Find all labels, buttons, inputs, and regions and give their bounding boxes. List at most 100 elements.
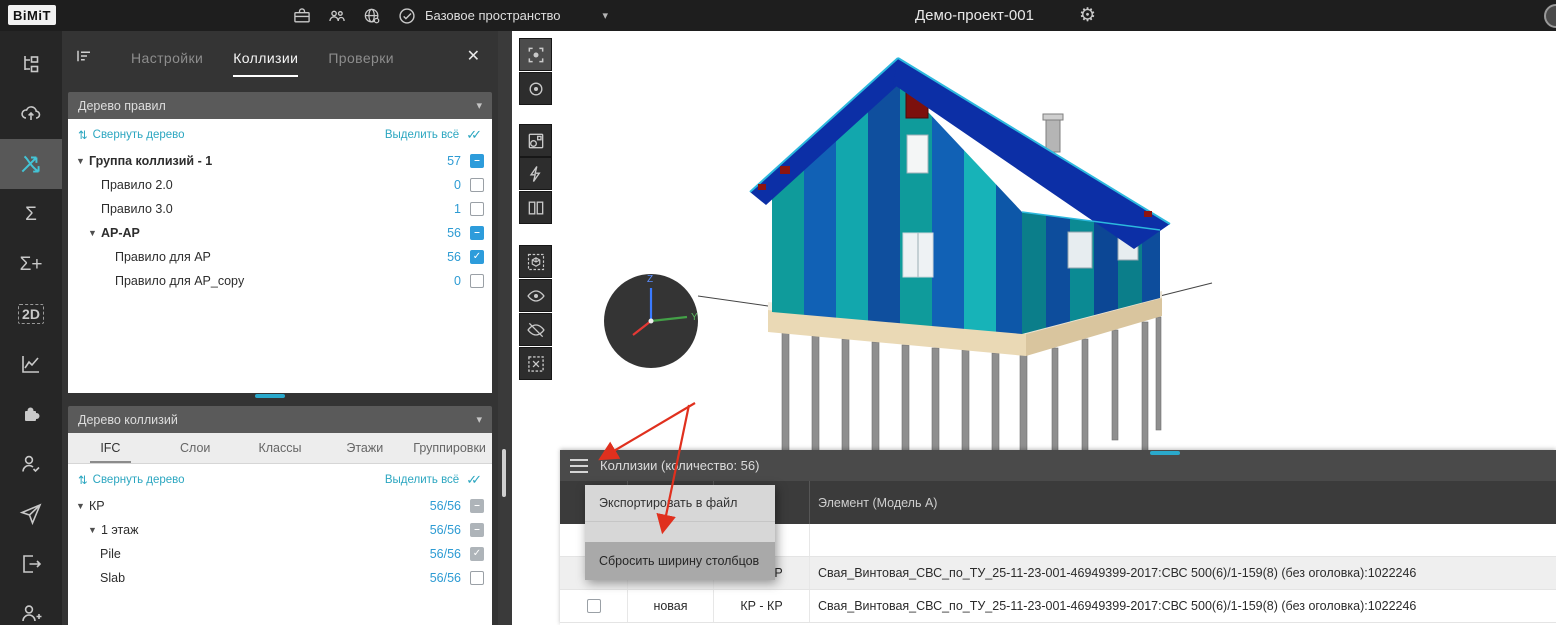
clip-plane-button[interactable]: [519, 157, 552, 190]
user-avatar[interactable]: [1544, 4, 1556, 28]
tree-item-ar-ar[interactable]: ▼ АР-АР 56: [68, 221, 492, 245]
tab-classes[interactable]: Классы: [238, 433, 323, 463]
collision-tree-section-header[interactable]: Дерево коллизий ▾: [68, 406, 492, 433]
tab-floors[interactable]: Этажи: [322, 433, 407, 463]
checkbox[interactable]: [470, 154, 484, 168]
bimit-app: BiMiT Базовое пространство ▾ Демо-проект…: [0, 0, 1556, 625]
model-chimney: [1043, 114, 1063, 152]
panel-burger-icon[interactable]: [570, 459, 588, 473]
chevron-down-icon: ▾: [476, 99, 482, 112]
collisions-panel-title: Коллизии (количество: 56): [600, 458, 759, 473]
hide-eye-off-button[interactable]: [519, 313, 552, 346]
checkbox[interactable]: [470, 547, 484, 561]
tree-item-rule-20[interactable]: Правило 2.0 0: [68, 173, 492, 197]
workspace-dropdown[interactable]: Базовое пространство ▾: [425, 0, 608, 31]
chevron-down-icon: ▾: [603, 9, 609, 22]
tree-item-pile[interactable]: Pile 56/56: [68, 542, 492, 566]
tree-item-collision-group[interactable]: ▼ Группа коллизий - 1 57: [68, 149, 492, 173]
clear-selection-button[interactable]: [519, 347, 552, 380]
plugins-icon[interactable]: [0, 389, 62, 439]
caret-down-icon[interactable]: ▼: [76, 501, 89, 511]
sum-add-icon[interactable]: Σ+: [0, 239, 62, 289]
export-icon[interactable]: [0, 539, 62, 589]
select-all-link[interactable]: Выделить всё✓✓: [385, 472, 482, 488]
menu-item-reset-columns[interactable]: Сбросить ширину столбцов: [585, 542, 775, 580]
left-panel: Настройки Коллизии Проверки ✕ Дерево пра…: [62, 31, 498, 625]
user-add-icon[interactable]: [0, 589, 62, 625]
axis-y-label: Y: [691, 312, 698, 323]
team-icon[interactable]: [326, 5, 348, 27]
tab-ifc[interactable]: IFC: [68, 433, 153, 463]
check-circle-icon[interactable]: [396, 5, 418, 27]
show-eye-button[interactable]: [519, 279, 552, 312]
tree-item-slab[interactable]: Slab 56/56: [68, 566, 492, 590]
checkbox[interactable]: [470, 202, 484, 216]
tab-settings[interactable]: Настройки: [131, 35, 203, 77]
workspace-label: Базовое пространство: [425, 8, 561, 23]
axis-z-label: Z: [647, 274, 653, 285]
model-front-wall: [772, 71, 1026, 341]
tree-item-rule-for-ar[interactable]: Правило для АР 56: [68, 245, 492, 269]
collapse-tree-link[interactable]: ⇅Свернуть дерево: [78, 128, 185, 142]
col-element-a[interactable]: Элемент (Модель А): [810, 481, 1556, 524]
section-view-button[interactable]: [519, 124, 552, 157]
collision-tree-tabs: IFC Слои Классы Этажи Группировки: [68, 433, 492, 464]
app-logo: BiMiT: [8, 5, 56, 25]
panel-tab-bar: Настройки Коллизии Проверки ✕: [62, 31, 498, 81]
checkbox[interactable]: [470, 571, 484, 585]
collisions-icon[interactable]: [0, 139, 62, 189]
locate-target-button[interactable]: [519, 72, 552, 105]
project-title: Демо-проект-001: [915, 0, 1034, 31]
tab-checks[interactable]: Проверки: [328, 35, 394, 77]
caret-down-icon[interactable]: ▼: [88, 228, 101, 238]
tree-item-kr[interactable]: ▼ КР 56/56: [68, 494, 492, 518]
bottom-panel-resize-handle[interactable]: [1150, 451, 1180, 455]
checkbox[interactable]: [470, 250, 484, 264]
tab-layers[interactable]: Слои: [153, 433, 238, 463]
tree-item-rule-for-ar-copy[interactable]: Правило для АР_copy 0: [68, 269, 492, 293]
tree-item-floor1[interactable]: ▼ 1 этаж 56/56: [68, 518, 492, 542]
ifc-upload-icon[interactable]: [0, 89, 62, 139]
checkbox[interactable]: [470, 274, 484, 288]
view-2d-icon[interactable]: 2D: [0, 289, 62, 339]
menu-item-export[interactable]: Экспортировать в файл: [585, 485, 775, 521]
panel-divider: [498, 31, 512, 625]
tab-groupings[interactable]: Группировки: [407, 433, 492, 463]
model-tree-icon[interactable]: [0, 39, 62, 89]
top-bar: BiMiT Базовое пространство ▾ Демо-проект…: [0, 0, 1556, 31]
send-icon[interactable]: [0, 489, 62, 539]
panel-scrollbar[interactable]: [502, 449, 506, 497]
checkbox[interactable]: [470, 226, 484, 240]
rules-section-header[interactable]: Дерево правил ▾: [68, 92, 492, 119]
user-check-icon[interactable]: [0, 439, 62, 489]
select-all-link[interactable]: Выделить всё✓✓: [385, 127, 482, 143]
menu-divider: [585, 521, 775, 542]
cube-selection-button[interactable]: [519, 245, 552, 278]
collapse-tree-link[interactable]: ⇅Свернуть дерево: [78, 473, 185, 487]
tree-item-rule-30[interactable]: Правило 3.0 1: [68, 197, 492, 221]
nav-orb: Z Y: [604, 274, 698, 368]
rules-tree: ⇅Свернуть дерево Выделить всё✓✓ ▼ Группа…: [68, 119, 492, 393]
caret-down-icon[interactable]: ▼: [76, 156, 89, 166]
row-checkbox[interactable]: [587, 599, 601, 613]
panel-resize-handle[interactable]: [255, 394, 285, 398]
toolbox-icon[interactable]: [291, 5, 313, 27]
double-check-icon: ✓✓: [466, 127, 482, 143]
double-check-icon: ✓✓: [466, 472, 482, 488]
settings-gear-icon[interactable]: ⚙: [1079, 0, 1096, 31]
tab-collisions[interactable]: Коллизии: [233, 35, 298, 77]
table-row[interactable]: новая КР - КР Свая_Винтовая_СВС_по_ТУ_25…: [560, 590, 1556, 623]
checkbox[interactable]: [470, 178, 484, 192]
close-icon[interactable]: ✕: [461, 46, 486, 66]
collisions-panel-header: Коллизии (количество: 56): [560, 450, 1556, 481]
collapse-icon: ⇅: [78, 473, 88, 487]
caret-down-icon[interactable]: ▼: [88, 525, 101, 535]
section-box-button[interactable]: [519, 191, 552, 224]
globe-icon[interactable]: [361, 5, 383, 27]
panel-menu-icon[interactable]: [74, 46, 94, 66]
checkbox[interactable]: [470, 523, 484, 537]
charts-icon[interactable]: [0, 339, 62, 389]
sum-icon[interactable]: Σ: [0, 189, 62, 239]
checkbox[interactable]: [470, 499, 484, 513]
focus-model-button[interactable]: [519, 38, 552, 71]
